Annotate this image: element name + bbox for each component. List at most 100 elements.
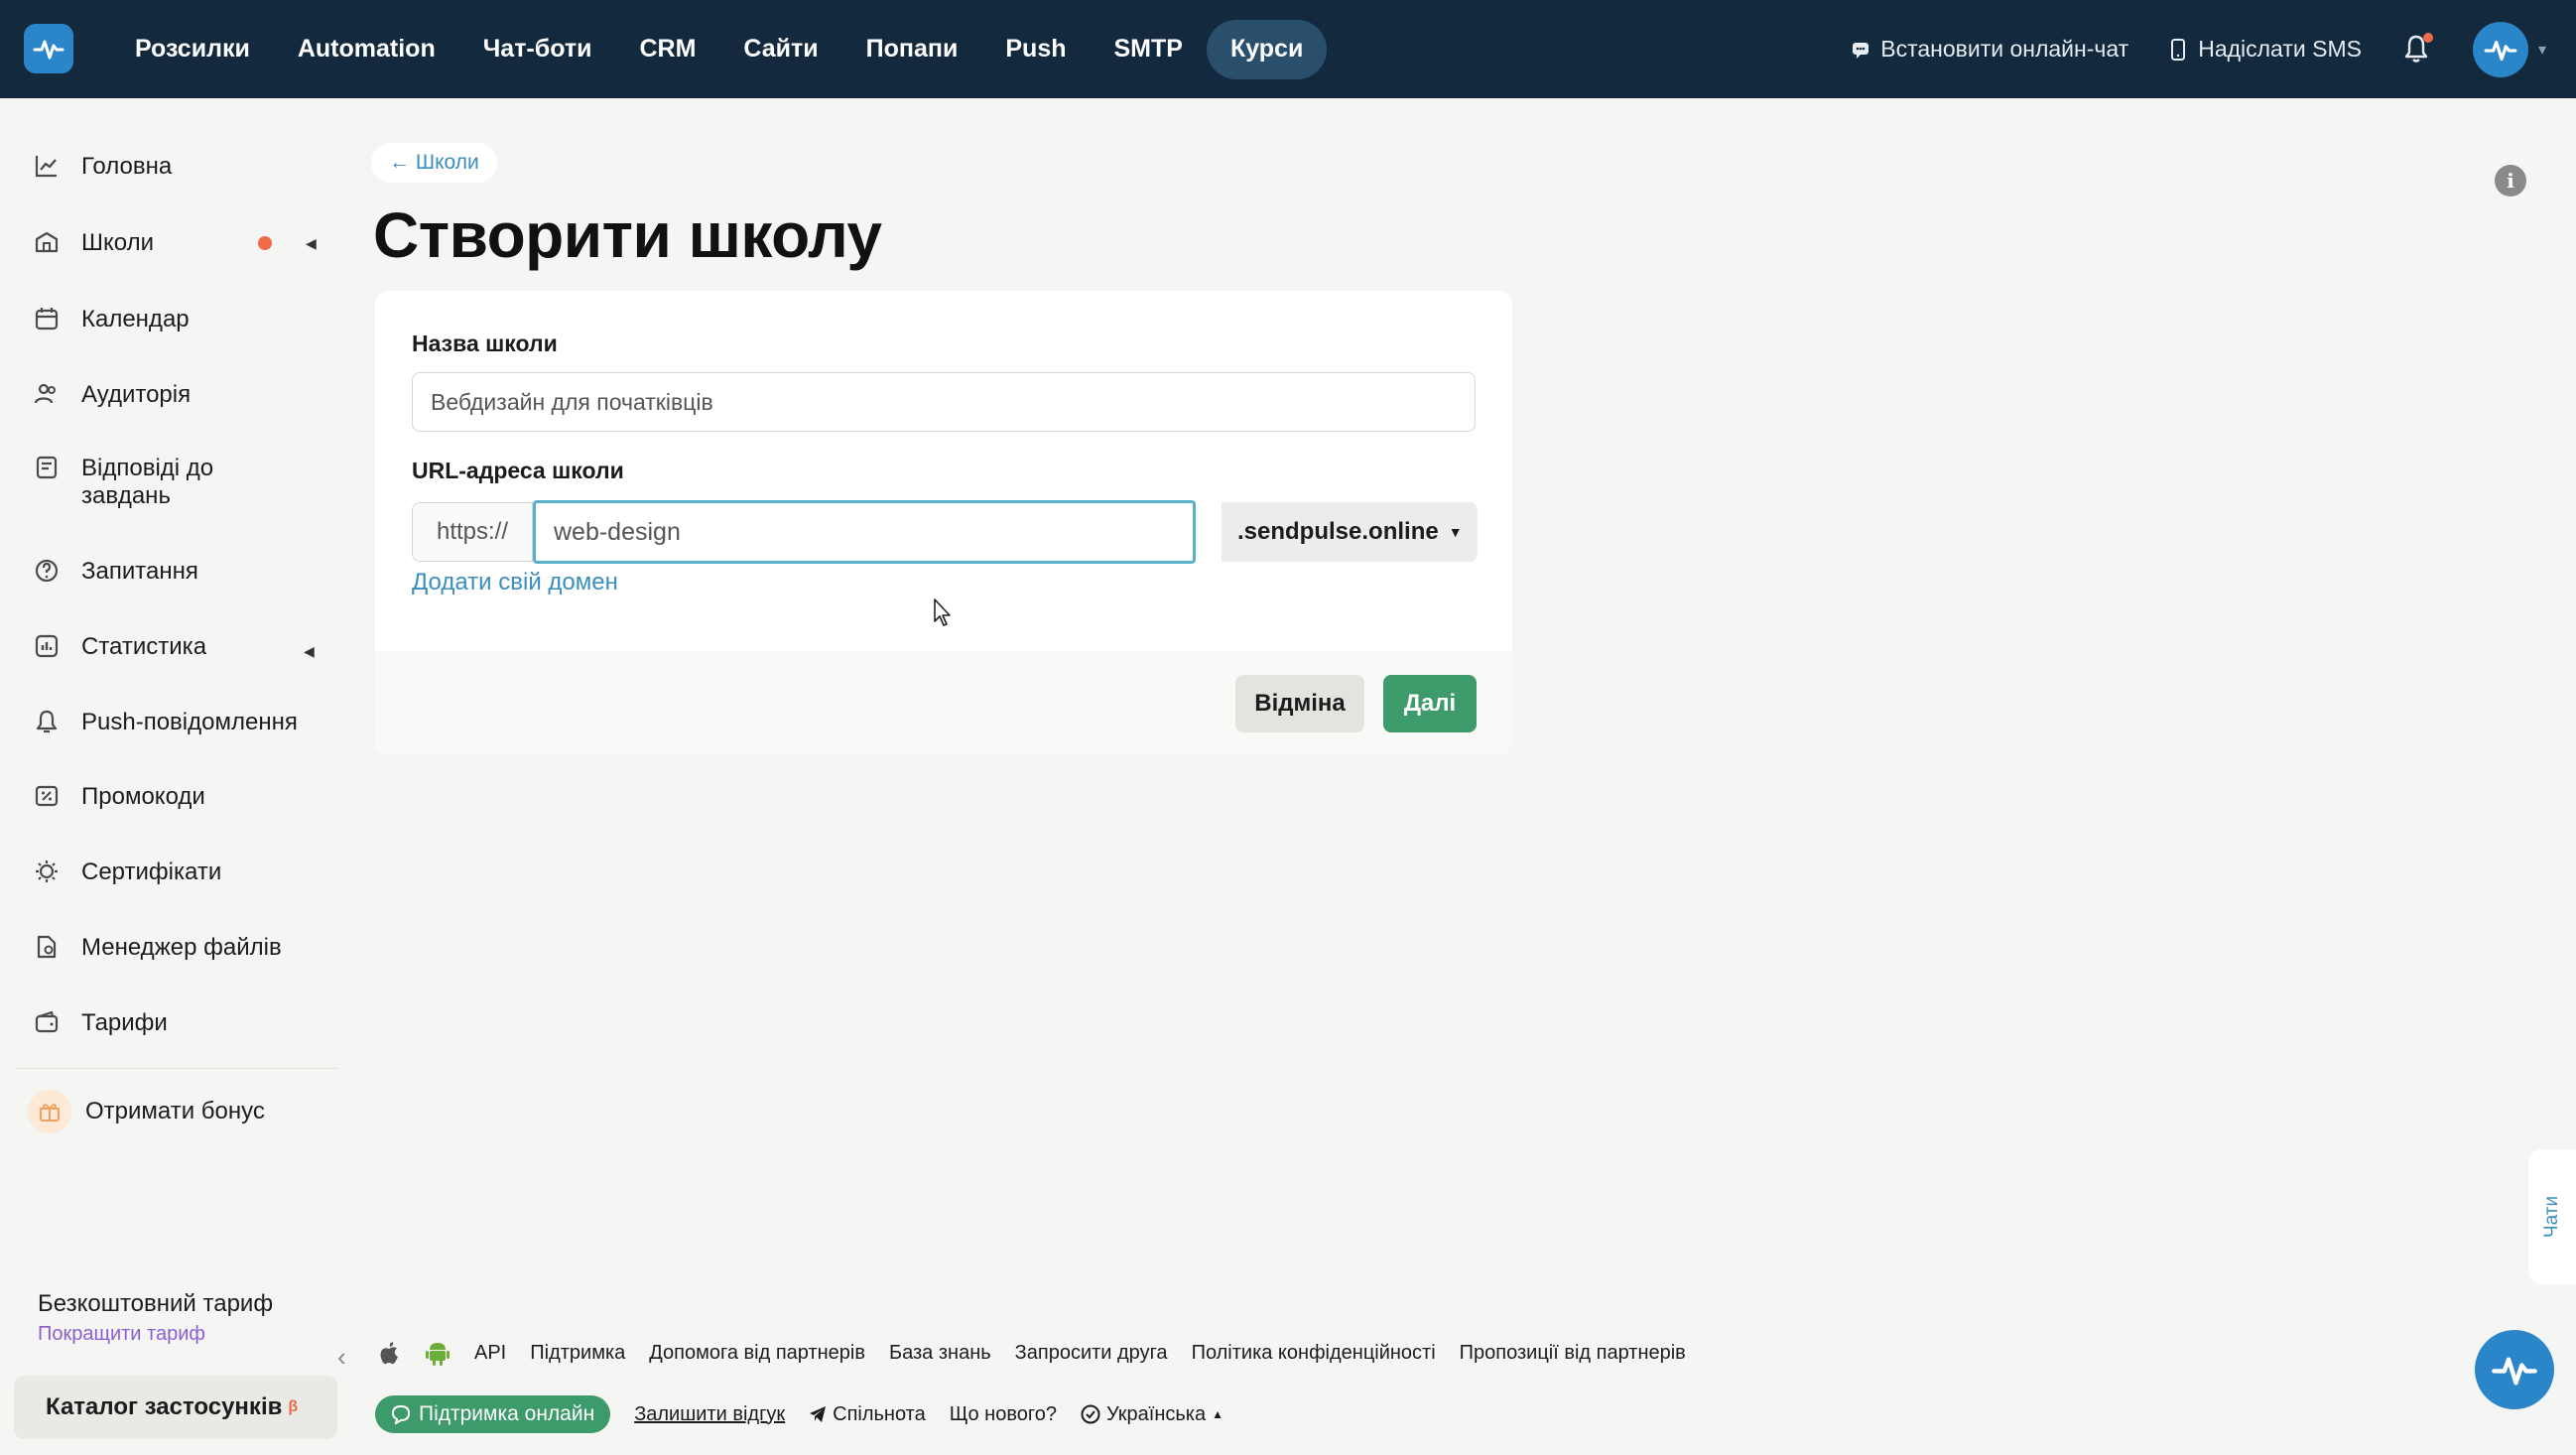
community-link[interactable]: Спільнота [809, 1403, 926, 1426]
nav-smtp[interactable]: SMTP [1091, 20, 1207, 79]
user-avatar[interactable] [2472, 21, 2528, 77]
install-chat-link[interactable]: Встановити онлайн-чат [1851, 36, 2128, 63]
sidebar-item-promocodes[interactable]: Промокоди [34, 783, 205, 811]
sidebar-item-label: Головна [81, 153, 173, 180]
sidebar-item-bonus[interactable]: Отримати бонус [28, 1090, 265, 1133]
nav-crm[interactable]: CRM [615, 20, 719, 79]
chevron-down-icon: ▼ [1448, 524, 1463, 540]
collapse-sidebar-icon[interactable]: ‹ [337, 1342, 346, 1373]
page-title: Створити школу [373, 199, 882, 271]
sidebar-item-answers[interactable]: Відповіді до завдань [34, 455, 282, 510]
nav-courses[interactable]: Курси [1206, 19, 1328, 79]
send-sms-label: Надіслати SMS [2198, 36, 2362, 62]
sidebar-item-tariffs[interactable]: Тарифи [34, 1009, 168, 1037]
sidebar-item-certificates[interactable]: Сертифікати [34, 859, 221, 886]
sidebar-item-file-manager[interactable]: Менеджер файлів [34, 934, 282, 962]
footer-link-support[interactable]: Підтримка [530, 1342, 625, 1365]
nav-sites[interactable]: Сайти [719, 20, 841, 79]
cancel-button[interactable]: Відміна [1235, 675, 1364, 732]
sidebar-item-label: Push-повідомлення [81, 709, 298, 735]
chevron-down-icon[interactable]: ▾ [2538, 40, 2546, 60]
info-icon[interactable]: i [2495, 165, 2526, 197]
pulse-icon [2484, 40, 2517, 61]
school-url-input[interactable]: web-design [533, 500, 1196, 564]
nav-popups[interactable]: Попапи [842, 20, 982, 79]
send-sms-link[interactable]: Надіслати SMS [2168, 36, 2362, 63]
telegram-icon [810, 1406, 827, 1422]
school-icon [34, 229, 60, 255]
next-button[interactable]: Далі [1383, 675, 1477, 732]
status-dot [258, 236, 272, 250]
stats-icon [34, 633, 60, 659]
answers-icon [34, 455, 60, 480]
caret-left-icon[interactable]: ◀ [306, 235, 317, 252]
whats-new-link[interactable]: Що нового? [950, 1403, 1057, 1426]
main-nav: Розсилки Automation Чат-боти CRM Сайти П… [111, 0, 1328, 98]
school-name-input[interactable]: Вебдизайн для початківців [412, 372, 1476, 432]
footer-link-api[interactable]: API [474, 1342, 506, 1365]
footer-link-partner-offers[interactable]: Пропозиції від партнерів [1460, 1342, 1686, 1365]
caret-left-icon[interactable]: ◀ [304, 643, 315, 660]
sidebar-item-statistics[interactable]: Статистика [34, 633, 206, 661]
files-icon [34, 934, 60, 960]
users-icon [34, 381, 60, 407]
nav-push[interactable]: Push [981, 20, 1090, 79]
notifications-button[interactable] [2401, 32, 2433, 66]
url-prefix: https:// [412, 502, 533, 562]
certificate-icon [34, 859, 60, 884]
sidebar-item-label: Сертифікати [81, 859, 222, 885]
chats-side-tab[interactable]: Чати [2528, 1149, 2576, 1284]
sidebar-item-label: Відповіді до завдань [81, 455, 214, 509]
pulse-icon [2492, 1357, 2537, 1386]
footer-link-knowledge-base[interactable]: База знань [889, 1342, 991, 1365]
sidebar-item-label: Календар [81, 306, 190, 332]
online-support-label: Підтримка онлайн [419, 1402, 595, 1425]
footer-links: API Підтримка Допомога від партнерів Баз… [377, 1339, 1686, 1367]
chart-line-icon [34, 153, 60, 179]
footer-link-partner-help[interactable]: Допомога від партнерів [649, 1342, 865, 1365]
globe-icon [1081, 1404, 1100, 1424]
sidebar-item-audience[interactable]: Аудиторія [34, 381, 191, 409]
language-label: Українська [1105, 1402, 1207, 1425]
top-navigation-bar: Розсилки Automation Чат-боти CRM Сайти П… [0, 0, 2576, 98]
leave-feedback-link[interactable]: Залишити відгук [634, 1403, 785, 1426]
chats-tab-label: Чати [2540, 1195, 2562, 1239]
sidebar-item-label: Менеджер файлів [81, 934, 282, 961]
upgrade-plan-link[interactable]: Покращити тариф [38, 1323, 205, 1346]
notification-badge [2422, 32, 2433, 43]
online-support-button[interactable]: Підтримка онлайн [375, 1395, 611, 1433]
back-to-schools-link[interactable]: ← Школи [371, 143, 497, 183]
android-icon[interactable] [425, 1339, 451, 1367]
sidebar-item-label: Школи [81, 229, 154, 256]
sidebar-item-calendar[interactable]: Календар [34, 306, 190, 333]
nav-mailings[interactable]: Розсилки [111, 20, 274, 79]
sidebar-item-questions[interactable]: Запитання [34, 558, 198, 586]
sidebar-item-label: Статистика [81, 633, 207, 660]
install-chat-label: Встановити онлайн-чат [1880, 36, 2129, 62]
question-icon [34, 558, 60, 584]
domain-select[interactable]: .sendpulse.online ▼ [1222, 502, 1478, 562]
add-custom-domain-link[interactable]: Додати свій домен [412, 569, 618, 596]
language-selector[interactable]: Українська ▲ [1081, 1403, 1224, 1426]
sidebar-item-label: Промокоди [81, 783, 205, 810]
sidebar [0, 98, 337, 1455]
plan-title: Безкоштовний тариф [38, 1290, 274, 1317]
nav-automation[interactable]: Automation [274, 20, 459, 79]
app-catalog-button[interactable]: Каталог застосунків β [14, 1376, 337, 1439]
footer-link-invite-friend[interactable]: Запросити друга [1015, 1342, 1168, 1365]
sidebar-item-schools[interactable]: Школи [34, 229, 154, 257]
sidebar-item-home[interactable]: Головна [34, 153, 172, 181]
school-url-label: URL-адреса школи [412, 458, 624, 483]
domain-select-value: .sendpulse.online [1237, 518, 1439, 545]
school-name-label: Назва школи [412, 331, 558, 356]
sendpulse-logo[interactable] [24, 24, 73, 73]
create-school-form: Назва школи Вебдизайн для початківців UR… [375, 291, 1512, 755]
apple-icon[interactable] [377, 1339, 401, 1367]
community-label: Спільнота [833, 1402, 926, 1425]
nav-chatbots[interactable]: Чат-боти [459, 20, 616, 79]
sendpulse-chat-widget-button[interactable] [2475, 1330, 2554, 1409]
sidebar-item-push[interactable]: Push-повідомлення [34, 709, 298, 736]
phone-icon [2171, 38, 2186, 61]
footer-link-privacy[interactable]: Політика конфіденційності [1192, 1342, 1436, 1365]
bell-icon [34, 709, 60, 734]
